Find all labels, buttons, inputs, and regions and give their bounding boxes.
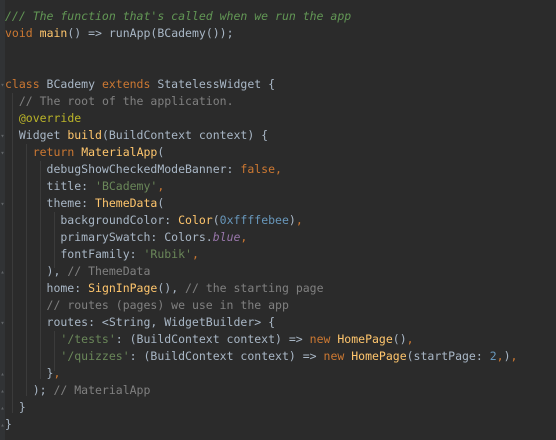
code-line[interactable]: }	[5, 399, 26, 416]
code-token: (	[157, 145, 165, 159]
code-line[interactable]: fontFamily: 'Rubik',	[5, 246, 199, 263]
code-token: // The root of the application.	[18, 94, 234, 108]
code-line[interactable]: }	[5, 416, 12, 433]
code-token: '/quizzes'	[60, 349, 130, 363]
code-token: ,	[191, 247, 199, 261]
code-token: 'Rubik'	[143, 247, 192, 261]
code-token: ),	[5, 264, 68, 278]
code-token: routes: <String, WidgetBuilder> {	[5, 315, 276, 329]
code-token: ,	[53, 366, 61, 380]
code-line[interactable]: backgroundColor: Color(0xffffebee),	[5, 212, 303, 229]
code-line[interactable]: debugShowCheckedModeBanner: false,	[5, 161, 282, 178]
code-token: '/tests'	[60, 332, 116, 346]
code-line[interactable]: // routes (pages) we use in the app	[5, 297, 289, 314]
code-token: fontFamily:	[5, 247, 144, 261]
code-token: (BuildContext context) {	[101, 128, 269, 142]
code-token: 2	[489, 349, 497, 363]
code-token: StatelessWidget {	[150, 77, 276, 91]
code-token: ,	[406, 332, 414, 346]
code-token: (startPage:	[406, 349, 490, 363]
code-line[interactable]: ), // ThemeData	[5, 263, 151, 280]
code-token: return	[32, 145, 75, 159]
code-token: Color	[178, 213, 213, 227]
code-line[interactable]: },	[5, 365, 61, 382]
code-token: MaterialApp	[81, 145, 158, 159]
code-token: ,	[275, 162, 282, 176]
code-token: primarySwatch: Colors.	[5, 230, 213, 244]
code-line[interactable]: class BCademy extends StatelessWidget {	[5, 76, 275, 93]
code-token: theme:	[5, 196, 96, 210]
code-line[interactable]: /// The function that's called when we r…	[5, 8, 351, 25]
code-token: HomePage	[351, 349, 407, 363]
code-token: blue	[212, 230, 241, 244]
code-token: (	[212, 213, 220, 227]
code-line[interactable]: return MaterialApp(	[5, 144, 165, 161]
code-token: ,	[157, 179, 165, 193]
code-line[interactable]: home: SignInPage(), // the starting page	[5, 280, 324, 297]
code-token: // ThemeData	[67, 264, 151, 278]
code-token: // MaterialApp	[53, 383, 151, 397]
code-token: 0xffffebee	[219, 213, 289, 227]
code-token: build	[67, 128, 102, 142]
code-line[interactable]: void main() => runApp(BCademy());	[5, 25, 234, 42]
code-line[interactable]: // The root of the application.	[5, 93, 234, 110]
code-token: new	[323, 349, 345, 363]
code-token: SignInPage	[88, 281, 158, 295]
code-token: }	[5, 417, 12, 431]
code-token: void	[5, 26, 33, 40]
code-token: ,	[295, 213, 303, 227]
code-token: // routes (pages) we use in the app	[46, 298, 289, 312]
code-token: : (BuildContext context) =>	[129, 349, 324, 363]
code-line[interactable]: @override	[5, 110, 81, 127]
code-token: debugShowCheckedModeBanner:	[5, 162, 241, 176]
code-token: )	[288, 213, 296, 227]
code-token: (	[157, 196, 165, 210]
code-token: );	[5, 383, 54, 397]
code-token: @override	[18, 111, 82, 125]
code-token: ThemeData	[95, 196, 158, 210]
code-token: ,	[510, 349, 518, 363]
code-line[interactable]: primarySwatch: Colors.blue,	[5, 229, 247, 246]
code-token: class	[5, 77, 40, 91]
code-token: ,	[496, 349, 504, 363]
code-line[interactable]: routes: <String, WidgetBuilder> {	[5, 314, 276, 331]
code-token: (),	[157, 281, 186, 295]
code-token: main	[39, 26, 68, 40]
code-editor[interactable]: ▾ ▾ ▾ ▾ ▴ ▾ ▴ ▴ ▴ ▴ /// The function tha…	[0, 0, 556, 440]
code-token: // the starting page	[185, 281, 324, 295]
code-token: 'BCademy'	[95, 179, 158, 193]
code-token: new	[309, 332, 331, 346]
code-line[interactable]: title: 'BCademy',	[5, 178, 165, 195]
code-line[interactable]: theme: ThemeData(	[5, 195, 165, 212]
code-line[interactable]: Widget build(BuildContext context) {	[5, 127, 268, 144]
code-token: backgroundColor:	[5, 213, 179, 227]
code-line[interactable]: ); // MaterialApp	[5, 382, 151, 399]
code-token: )	[503, 349, 511, 363]
code-token: }	[5, 366, 54, 380]
code-line[interactable]: '/quizzes': (BuildContext context) => ne…	[5, 348, 517, 365]
code-token: : (BuildContext context) =>	[115, 332, 310, 346]
code-token: /// The function that's called when we r…	[5, 9, 352, 23]
code-line[interactable]: '/tests': (BuildContext context) => new …	[5, 331, 414, 348]
code-token: () => runApp(BCademy());	[67, 26, 234, 40]
code-token: HomePage	[337, 332, 393, 346]
code-token: false	[240, 162, 276, 176]
code-token: Widget	[5, 128, 68, 142]
code-token: }	[5, 400, 26, 414]
code-token: ,	[240, 230, 248, 244]
code-token: extends	[101, 77, 151, 91]
code-token: title:	[5, 179, 96, 193]
code-token: ()	[392, 332, 407, 346]
code-token: BCademy	[39, 77, 102, 91]
code-token: home:	[5, 281, 89, 295]
